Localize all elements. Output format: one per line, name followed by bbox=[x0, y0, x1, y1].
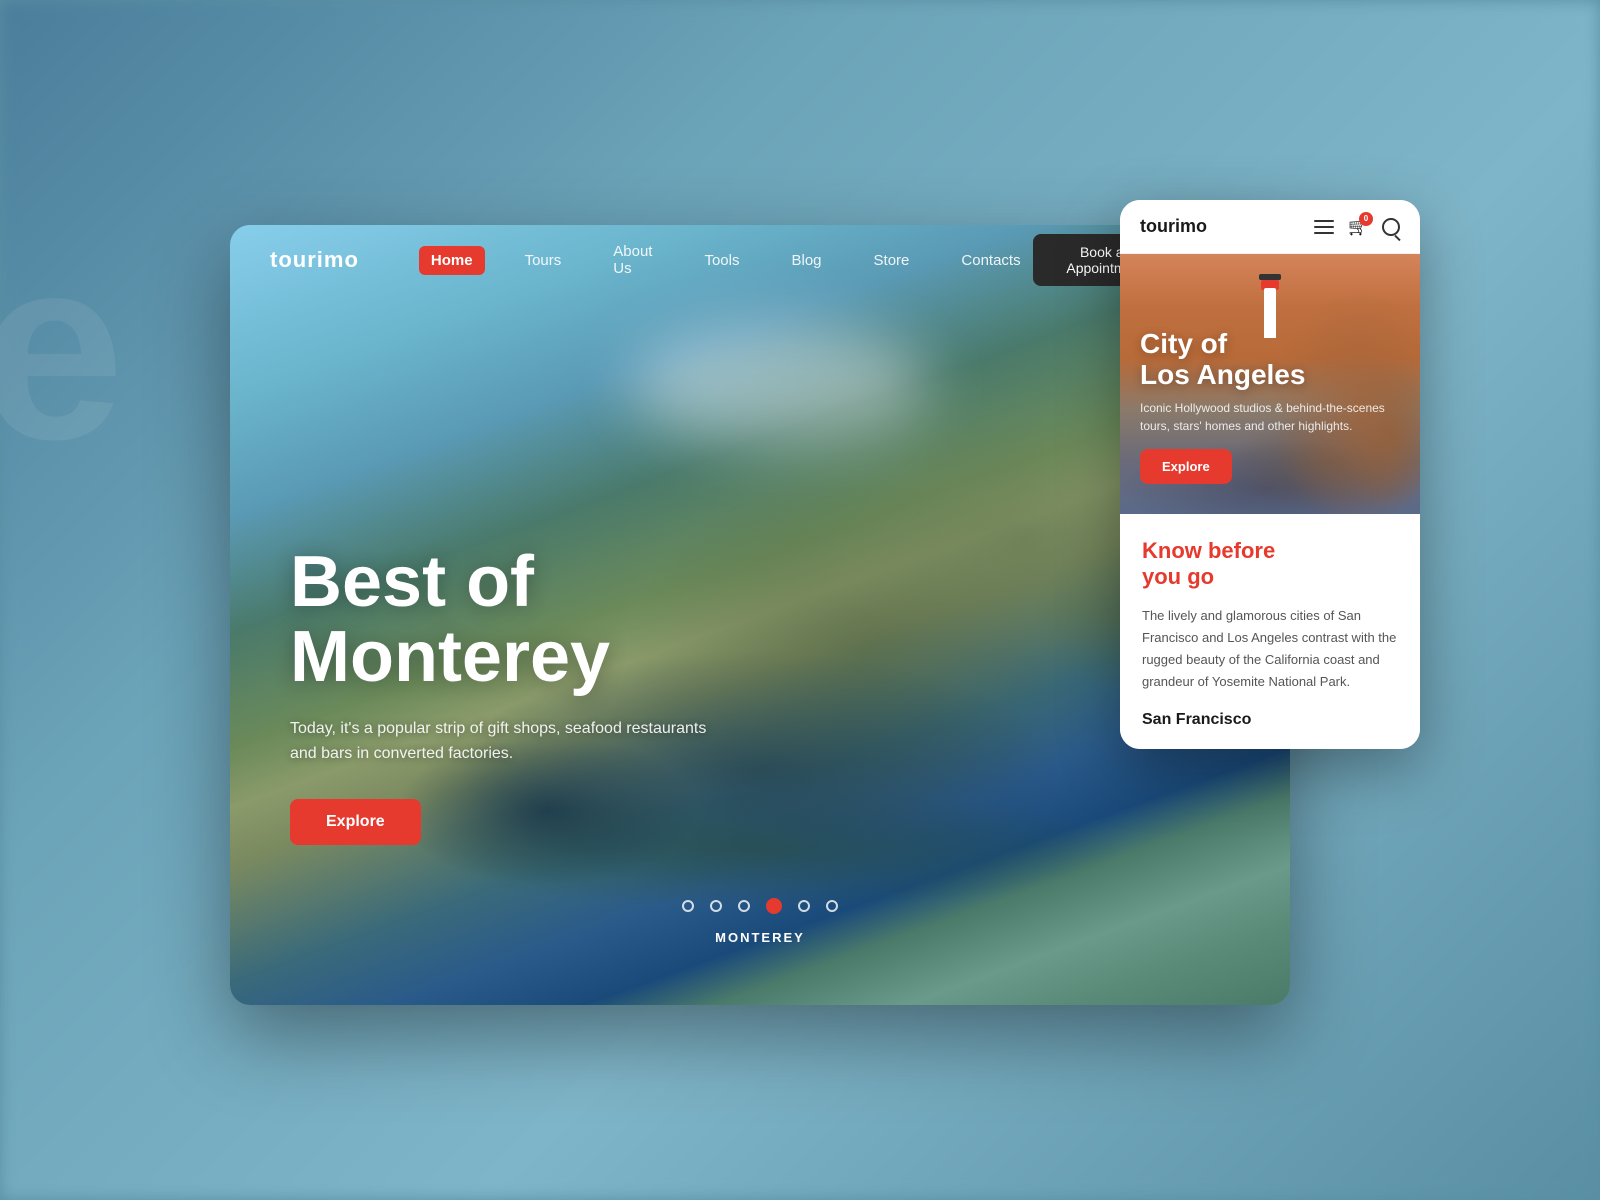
slide-location-label: MONTEREY bbox=[715, 930, 805, 945]
hero-explore-button[interactable]: Explore bbox=[290, 799, 421, 845]
mobile-cart-badge: 0 bbox=[1359, 212, 1373, 226]
nav-link-blog[interactable]: Blog bbox=[780, 246, 834, 275]
mobile-bottom-section: Know before you go The lively and glamor… bbox=[1120, 514, 1420, 749]
mobile-cart-button[interactable]: 0 bbox=[1348, 217, 1368, 237]
nav-links: Home Tours About Us Tools Blog Store Con… bbox=[419, 237, 1033, 283]
slide-dot-1[interactable] bbox=[682, 900, 694, 912]
nav-link-tools[interactable]: Tools bbox=[692, 246, 751, 275]
hamburger-icon[interactable] bbox=[1314, 220, 1334, 234]
mobile-navbar: tourimo 0 bbox=[1120, 200, 1420, 254]
mobile-city-name: San Francisco bbox=[1142, 711, 1251, 728]
dots-row bbox=[682, 898, 838, 914]
slide-dot-4-active[interactable] bbox=[766, 898, 782, 914]
mobile-hero-content: City of Los Angeles Iconic Hollywood stu… bbox=[1140, 329, 1400, 484]
nav-link-contacts[interactable]: Contacts bbox=[949, 246, 1032, 275]
hero-fog-overlay bbox=[630, 325, 930, 445]
mobile-hero: City of Los Angeles Iconic Hollywood stu… bbox=[1120, 254, 1420, 514]
mobile-hero-title: City of Los Angeles bbox=[1140, 329, 1400, 391]
slide-dot-6[interactable] bbox=[826, 900, 838, 912]
nav-link-tours[interactable]: Tours bbox=[513, 246, 574, 275]
slide-dot-3[interactable] bbox=[738, 900, 750, 912]
slide-dot-2[interactable] bbox=[710, 900, 722, 912]
hero-content: Best of Monterey Today, it's a popular s… bbox=[290, 545, 730, 845]
mobile-search-icon[interactable] bbox=[1382, 218, 1400, 236]
mobile-hero-description: Iconic Hollywood studios & behind-the-sc… bbox=[1140, 399, 1400, 435]
slide-pagination: MONTEREY bbox=[682, 898, 838, 945]
mobile-explore-button[interactable]: Explore bbox=[1140, 449, 1232, 484]
background-decorative-text: e bbox=[0, 200, 115, 499]
nav-link-home[interactable]: Home bbox=[419, 246, 485, 275]
mobile-logo: tourimo bbox=[1140, 216, 1207, 237]
hero-title: Best of Monterey bbox=[290, 545, 730, 696]
mobile-section-title: Know before you go bbox=[1142, 538, 1398, 591]
nav-link-about[interactable]: About Us bbox=[601, 237, 664, 283]
mobile-card: tourimo 0 bbox=[1120, 200, 1420, 749]
desktop-logo: tourimo bbox=[270, 247, 359, 273]
mobile-section-text: The lively and glamorous cities of San F… bbox=[1142, 605, 1398, 693]
lighthouse-decoration bbox=[1259, 274, 1281, 338]
slide-dot-5[interactable] bbox=[798, 900, 810, 912]
hero-subtitle: Today, it's a popular strip of gift shop… bbox=[290, 716, 730, 767]
nav-link-store[interactable]: Store bbox=[862, 246, 922, 275]
mobile-nav-icons: 0 bbox=[1314, 217, 1400, 237]
